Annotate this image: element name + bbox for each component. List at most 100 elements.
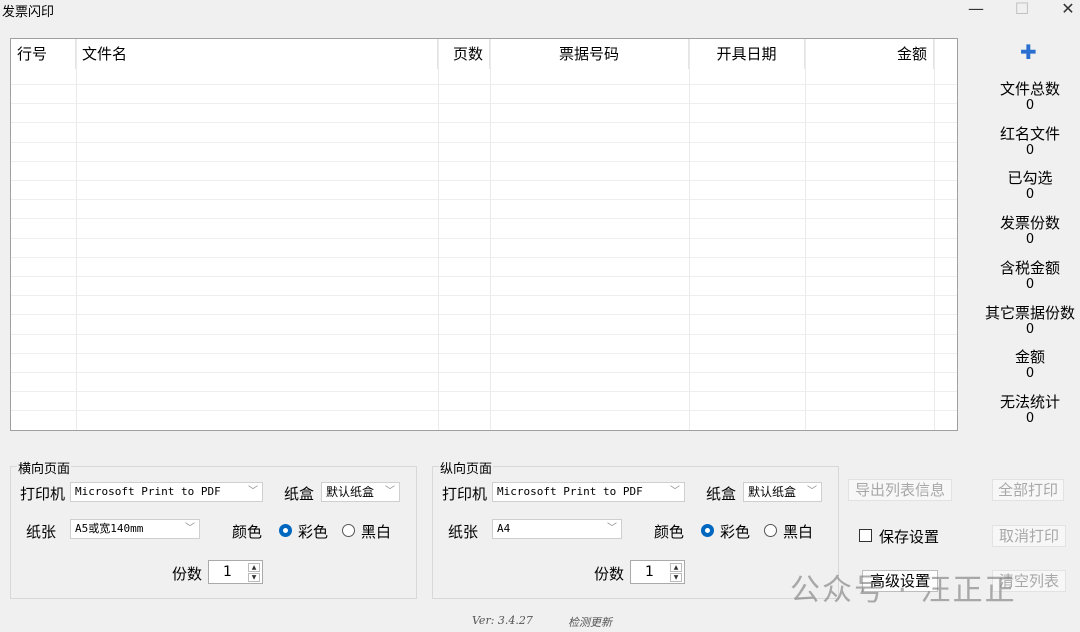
row-divider xyxy=(11,314,957,315)
row-divider xyxy=(11,295,957,296)
col-header-invoice-no[interactable]: 票据号码 xyxy=(490,39,689,69)
row-divider xyxy=(11,103,957,104)
close-button[interactable]: ✕ xyxy=(1045,0,1080,22)
save-settings-checkbox[interactable] xyxy=(859,529,872,542)
portrait-paper-value: A4 xyxy=(497,522,511,535)
portrait-printer-select[interactable]: Microsoft Print to PDF ﹀ xyxy=(492,482,685,502)
save-settings-label: 保存设置 xyxy=(879,528,940,546)
stat-label: 金额 xyxy=(1014,348,1045,366)
row-divider xyxy=(11,257,957,258)
row-divider xyxy=(11,353,957,354)
landscape-copies-stepper[interactable]: 1 ▲ ▼ xyxy=(208,560,263,584)
chevron-down-icon: ﹀ xyxy=(807,486,817,497)
portrait-printer-label: 打印机 xyxy=(442,485,488,503)
portrait-tray-value: 默认纸盒 xyxy=(748,485,797,499)
stat-value: 0 xyxy=(1025,98,1035,113)
file-table[interactable]: 行号 文件名 页数 票据号码 开具日期 金额 xyxy=(10,38,958,431)
row-divider xyxy=(11,410,957,411)
landscape-tray-select[interactable]: 默认纸盒 ﹀ xyxy=(321,482,400,502)
stat-value: 0 xyxy=(1025,277,1035,292)
portrait-title: 纵向页面 xyxy=(439,458,494,477)
print-all-button[interactable]: 全部打印 xyxy=(992,479,1064,501)
stat-label: 无法统计 xyxy=(999,393,1060,411)
row-divider xyxy=(11,430,957,431)
portrait-color-option[interactable]: 彩色 xyxy=(720,521,750,542)
chevron-down-icon: ﹀ xyxy=(607,523,617,534)
portrait-bw-option[interactable]: 黑白 xyxy=(783,521,813,542)
landscape-paper-label: 纸张 xyxy=(26,523,57,541)
add-file-plus-icon[interactable]: ✚ xyxy=(1020,40,1037,64)
landscape-tray-label: 纸盒 xyxy=(284,485,315,503)
maximize-button[interactable]: ☐ xyxy=(999,0,1045,22)
portrait-paper-select[interactable]: A4 ﹀ xyxy=(492,519,622,539)
stat-item: 含税金额 0 xyxy=(984,257,1076,292)
row-divider xyxy=(11,391,957,392)
stepper-down-icon[interactable]: ▼ xyxy=(670,573,682,582)
chevron-down-icon: ﹀ xyxy=(248,486,258,497)
landscape-color-option[interactable]: 彩色 xyxy=(298,521,328,542)
col-header-amount[interactable]: 金额 xyxy=(805,39,934,69)
stat-value: 0 xyxy=(1025,322,1035,337)
stepper-down-icon[interactable]: ▼ xyxy=(248,573,260,582)
row-divider xyxy=(11,161,957,162)
stat-label: 其它票据份数 xyxy=(984,304,1075,322)
minimize-button[interactable]: — xyxy=(953,0,999,22)
version-label: Ver: 3.4.27 xyxy=(472,614,533,627)
row-divider xyxy=(11,180,957,181)
row-divider xyxy=(11,142,957,143)
portrait-tray-select[interactable]: 默认纸盒 ﹀ xyxy=(743,482,822,502)
landscape-paper-select[interactable]: A5或宽140mm ﹀ xyxy=(70,519,200,539)
row-divider xyxy=(11,199,957,200)
chevron-down-icon: ﹀ xyxy=(385,486,395,497)
landscape-printer-value: Microsoft Print to PDF xyxy=(75,485,221,498)
stat-label: 含税金额 xyxy=(999,259,1060,277)
row-divider xyxy=(11,84,957,85)
row-divider xyxy=(11,218,957,219)
portrait-copies-stepper[interactable]: 1 ▲ ▼ xyxy=(630,560,685,584)
col-header-row-no[interactable]: 行号 xyxy=(11,39,76,69)
portrait-bw-radio[interactable] xyxy=(764,524,777,537)
stat-item: 金额 0 xyxy=(984,346,1076,381)
stat-item: 其它票据份数 0 xyxy=(984,302,1076,337)
stat-value: 0 xyxy=(1025,187,1035,202)
landscape-bw-radio[interactable] xyxy=(342,524,355,537)
portrait-copies-value: 1 xyxy=(645,564,654,580)
landscape-tray-value: 默认纸盒 xyxy=(326,485,375,499)
stat-value: 0 xyxy=(1025,366,1035,381)
portrait-paper-label: 纸张 xyxy=(448,523,479,541)
row-divider xyxy=(11,372,957,373)
col-header-pages[interactable]: 页数 xyxy=(438,39,490,69)
stat-value: 0 xyxy=(1025,411,1035,426)
watermark: 公众号 · 汪正正 xyxy=(790,573,1017,608)
export-list-button[interactable]: 导出列表信息 xyxy=(848,479,952,501)
window-title: 发票闪印 xyxy=(2,5,55,20)
chevron-down-icon: ﹀ xyxy=(185,523,195,534)
stepper-up-icon[interactable]: ▲ xyxy=(248,563,260,572)
col-header-filename[interactable]: 文件名 xyxy=(76,39,438,69)
stat-item: 红名文件 0 xyxy=(984,123,1076,158)
cancel-print-button[interactable]: 取消打印 xyxy=(992,525,1066,547)
stat-value: 0 xyxy=(1025,232,1035,247)
stat-value: 0 xyxy=(1025,143,1035,158)
stat-item: 已勾选 0 xyxy=(984,167,1076,202)
stat-label: 发票份数 xyxy=(999,214,1060,232)
landscape-color-radio[interactable] xyxy=(279,524,292,537)
landscape-printer-select[interactable]: Microsoft Print to PDF ﹀ xyxy=(70,482,263,502)
row-divider xyxy=(11,238,957,239)
stat-label: 文件总数 xyxy=(999,80,1060,98)
chevron-down-icon: ﹀ xyxy=(670,486,680,497)
portrait-color-label: 颜色 xyxy=(654,523,685,541)
check-update-link[interactable]: 检测更新 xyxy=(568,614,612,630)
portrait-color-radio[interactable] xyxy=(701,524,714,537)
landscape-bw-option[interactable]: 黑白 xyxy=(361,521,391,542)
landscape-title: 横向页面 xyxy=(17,458,72,477)
stepper-up-icon[interactable]: ▲ xyxy=(670,563,682,572)
landscape-printer-label: 打印机 xyxy=(20,485,66,503)
stat-label: 已勾选 xyxy=(1007,169,1053,187)
stat-item: 无法统计 0 xyxy=(984,391,1076,426)
col-header-date[interactable]: 开具日期 xyxy=(689,39,805,69)
row-divider xyxy=(11,334,957,335)
row-divider xyxy=(11,276,957,277)
portrait-tray-label: 纸盒 xyxy=(706,485,737,503)
landscape-copies-value: 1 xyxy=(223,564,232,580)
